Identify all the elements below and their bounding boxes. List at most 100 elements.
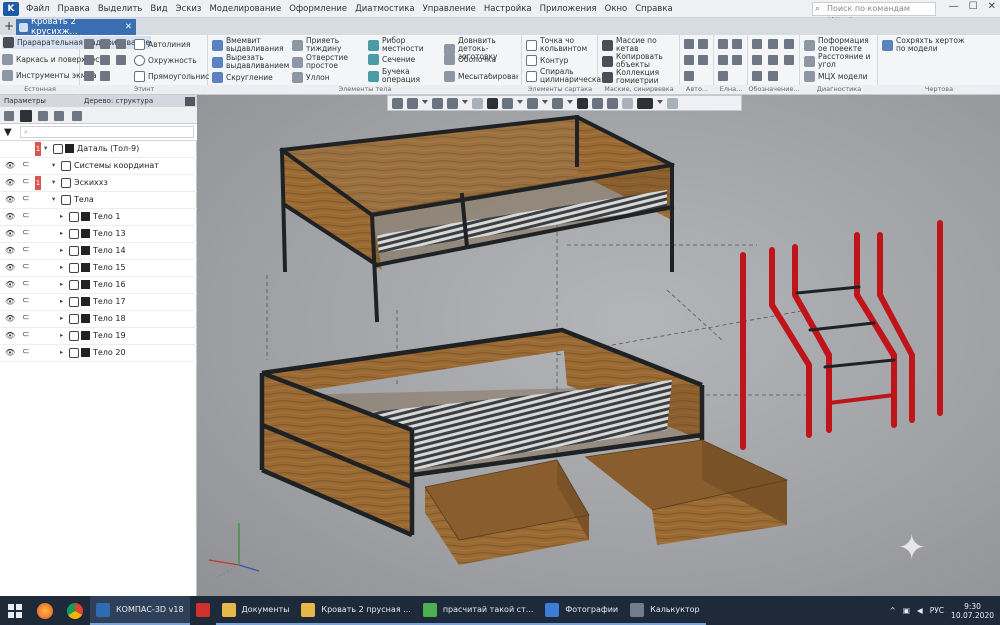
- pin-panel-icon[interactable]: [185, 96, 195, 106]
- menu-item[interactable]: Настройка: [480, 4, 536, 14]
- expand-caret-icon[interactable]: ▾: [52, 195, 55, 203]
- tree-row[interactable]: 👁 ⊂ ▾ Системы координат: [0, 158, 197, 175]
- expand-caret-icon[interactable]: ▸: [60, 280, 63, 288]
- eye-icon[interactable]: 👁: [5, 195, 15, 204]
- eye-icon[interactable]: 👁: [5, 178, 15, 187]
- menu-item[interactable]: Вид: [146, 4, 171, 14]
- menu-item[interactable]: Моделирование: [205, 4, 285, 14]
- 3d-viewport[interactable]: ✦: [197, 95, 1000, 596]
- firefox-icon[interactable]: [30, 596, 60, 625]
- single-tool-icon-4[interactable]: [732, 55, 742, 65]
- ribbon-item-geometry-collection[interactable]: Коллекция гомиетрии: [602, 69, 674, 85]
- copy-icon[interactable]: [100, 55, 110, 65]
- tree-row[interactable]: 👁 ⊂ ▸ Тело 20: [0, 345, 197, 362]
- ribbon-item-scale[interactable]: Месытабирование: [444, 71, 518, 82]
- ribbon-item-helix[interactable]: Спираль цилинарическая: [526, 68, 606, 84]
- command-search-input[interactable]: ⌕ Поиск по командам (Alt+/): [812, 2, 936, 25]
- structure-icon[interactable]: [20, 110, 32, 122]
- tree-row[interactable]: 👁 ⊂ ▾ Тела: [0, 192, 197, 209]
- ribbon-item-draft[interactable]: Уллон: [292, 72, 330, 83]
- undo-icon[interactable]: [84, 71, 94, 81]
- close-tab-icon[interactable]: ✕: [125, 22, 132, 32]
- expand-caret-icon[interactable]: ▸: [60, 331, 63, 339]
- expand-caret-icon[interactable]: ▾: [44, 144, 47, 152]
- paste-icon[interactable]: [116, 55, 126, 65]
- taskbar-app[interactable]: прасчитай такой ст...: [416, 596, 540, 625]
- ribbon-item-circle[interactable]: Охружность: [134, 55, 197, 66]
- taskbar-app[interactable]: Фотографии: [539, 596, 625, 625]
- document-tab[interactable]: Кровать 2 крусихж... ✕: [16, 17, 136, 37]
- menu-item[interactable]: Справка: [631, 4, 676, 14]
- ribbon-item-mass-properties[interactable]: МЦХ модели: [804, 71, 868, 82]
- expand-caret-icon[interactable]: ▸: [60, 348, 63, 356]
- single-tool-icon-2[interactable]: [732, 39, 742, 49]
- minimize-button[interactable]: —: [949, 1, 959, 12]
- ribbon-item-autoline[interactable]: Автолиния: [134, 39, 190, 50]
- link-icon[interactable]: ⊂: [22, 313, 30, 323]
- ribbon-item-extrude[interactable]: Вмемвит выдавливания: [212, 37, 294, 53]
- tree-row[interactable]: 1 ▾ Даталь (Тол-9): [0, 141, 197, 158]
- tab-parameters[interactable]: Параметры: [0, 97, 50, 105]
- layers-icon[interactable]: [38, 111, 48, 121]
- menu-item[interactable]: Правка: [53, 4, 93, 14]
- eye-icon[interactable]: 👁: [5, 161, 15, 170]
- auto-tool-icon-1[interactable]: [684, 39, 694, 49]
- designation-icon-6[interactable]: [784, 55, 794, 65]
- ribbon-item-boolean[interactable]: Бучека операция: [368, 68, 434, 84]
- tree-row[interactable]: 👁 ⊂ ▸ Тело 14: [0, 243, 197, 260]
- tree-view-icon[interactable]: [4, 111, 14, 121]
- taskbar-app[interactable]: КОМПАС-3D v18: [90, 596, 190, 625]
- chrome-icon[interactable]: [60, 596, 90, 625]
- eye-icon[interactable]: 👁: [5, 297, 15, 306]
- designation-icon-8[interactable]: [768, 71, 778, 81]
- tree-row[interactable]: 👁 ⊂ ▸ Тело 1: [0, 209, 197, 226]
- eye-icon[interactable]: 👁: [5, 348, 15, 357]
- tree-row[interactable]: 👁 ⊂ ▸ Тело 19: [0, 328, 197, 345]
- funnel-icon[interactable]: ▼: [4, 127, 12, 138]
- ribbon-item-rectangle[interactable]: Прямоугольнис: [134, 71, 209, 82]
- save-icon[interactable]: [116, 39, 126, 49]
- ribbon-item-model-info[interactable]: Поформация ое поеекте: [804, 37, 876, 53]
- tree-row[interactable]: 👁 ⊂ ▸ Тело 18: [0, 311, 197, 328]
- taskbar-app[interactable]: Документы: [215, 596, 296, 625]
- menu-item[interactable]: Оформление: [285, 4, 351, 14]
- eye-icon[interactable]: 👁: [5, 263, 15, 272]
- taskbar-app[interactable]: [190, 596, 216, 625]
- auto-tool-icon-5[interactable]: [684, 71, 694, 81]
- auto-tool-icon-4[interactable]: [698, 55, 708, 65]
- tree-row[interactable]: 👁 ⊂ ▸ Тело 17: [0, 294, 197, 311]
- expand-caret-icon[interactable]: ▸: [60, 297, 63, 305]
- chevron-up-icon[interactable]: ^: [890, 606, 896, 615]
- bed-model-canvas[interactable]: [197, 95, 1000, 596]
- tree-row[interactable]: 👁 ⊂ ▸ Тело 16: [0, 277, 197, 294]
- link-icon[interactable]: ⊂: [22, 262, 30, 272]
- ribbon-item-create-drawing[interactable]: Сохряхть хертож по модели: [882, 37, 976, 53]
- close-window-button[interactable]: ✕: [988, 1, 996, 12]
- link-icon[interactable]: ⊂: [22, 228, 30, 238]
- ribbon-item-shell[interactable]: Оболочка: [444, 54, 496, 65]
- eye-icon[interactable]: 👁: [5, 212, 15, 221]
- tree-row[interactable]: 👁 ⊂ 1 ▾ Эскиххз: [0, 175, 197, 192]
- eye-icon[interactable]: 👁: [5, 331, 15, 340]
- auto-tool-icon-3[interactable]: [684, 55, 694, 65]
- print-icon[interactable]: [84, 55, 94, 65]
- file-icon[interactable]: [84, 39, 94, 49]
- single-tool-icon-1[interactable]: [718, 39, 728, 49]
- single-tool-icon-5[interactable]: [718, 71, 728, 81]
- expand-caret-icon[interactable]: ▾: [52, 161, 55, 169]
- menu-item[interactable]: Приложения: [536, 4, 601, 14]
- ribbon-item-hole[interactable]: Отверстие простое: [292, 54, 358, 70]
- ribbon-item-section[interactable]: Сечение: [368, 54, 415, 65]
- designation-icon-4[interactable]: [752, 55, 762, 65]
- link-icon[interactable]: ⊂: [22, 245, 30, 255]
- designation-icon-5[interactable]: [768, 55, 778, 65]
- taskbar-app[interactable]: Калькуктор: [624, 596, 706, 625]
- expand-caret-icon[interactable]: ▸: [60, 212, 63, 220]
- clock[interactable]: 9:30 10.07.2020: [951, 602, 994, 620]
- maximize-button[interactable]: ☐: [969, 1, 978, 12]
- tree-row[interactable]: 👁 ⊂ ▸ Тело 13: [0, 226, 197, 243]
- link-icon[interactable]: ⊂: [22, 194, 30, 204]
- tree-row[interactable]: 👁 ⊂ ▸ Тело 15: [0, 260, 197, 277]
- link-icon[interactable]: ⊂: [22, 211, 30, 221]
- language-indicator[interactable]: РУС: [930, 606, 944, 615]
